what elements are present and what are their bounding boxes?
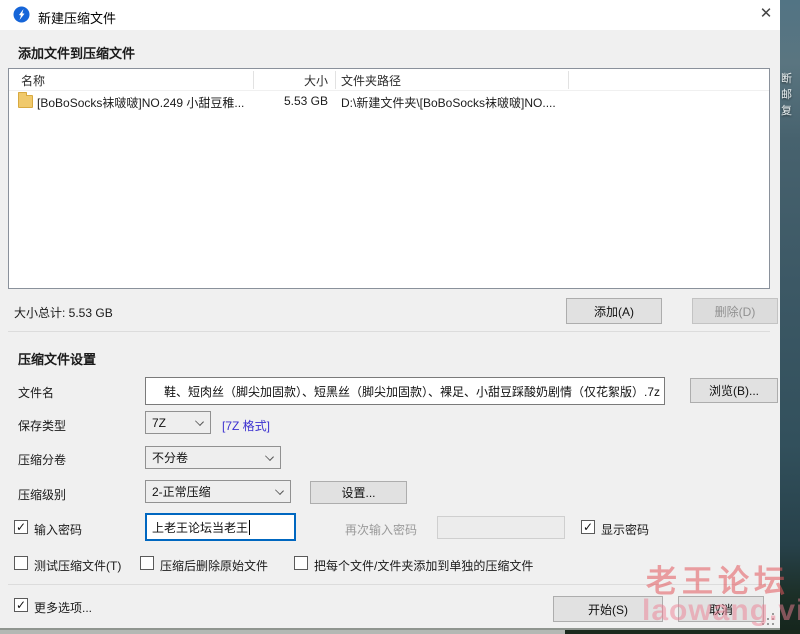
- save-type-value: 7Z: [152, 416, 166, 430]
- cancel-button[interactable]: 取消: [678, 596, 764, 622]
- separate-archive-checkbox[interactable]: [294, 556, 308, 570]
- divider: [8, 331, 770, 332]
- file-path-cell: D:\新建文件夹\[BoBoSocks袜啵啵]NO....: [341, 94, 567, 111]
- password-checkbox[interactable]: [14, 520, 28, 534]
- add-button[interactable]: 添加(A): [566, 298, 662, 324]
- level-dropdown[interactable]: 2-正常压缩: [145, 480, 291, 503]
- chevron-down-icon: [275, 486, 284, 495]
- screen: 断 邮 复 新建压缩文件 ✕ 添加文件到压缩文件 名称 大小 文件夹路径: [0, 0, 800, 634]
- level-value: 2-正常压缩: [152, 483, 211, 500]
- close-icon[interactable]: ✕: [752, 0, 780, 28]
- delete-original-checkbox[interactable]: [140, 556, 154, 570]
- format-link[interactable]: [7Z 格式]: [222, 417, 270, 434]
- password-input[interactable]: 上老王论坛当老王: [145, 513, 296, 541]
- start-button[interactable]: 开始(S): [553, 596, 663, 622]
- file-row[interactable]: [BoBoSocks袜啵啵]NO.249 小甜豆稚... 5.53 GB D:\…: [9, 92, 769, 113]
- confirm-password-input[interactable]: [437, 516, 565, 539]
- password-text: 上老王论坛当老王: [152, 519, 248, 536]
- chevron-down-icon: [195, 417, 204, 426]
- level-label: 压缩级别: [18, 486, 66, 503]
- delete-button[interactable]: 删除(D): [692, 298, 778, 324]
- list-header: 名称 大小 文件夹路径: [9, 69, 769, 91]
- file-name-cell: [BoBoSocks袜啵啵]NO.249 小甜豆稚...: [37, 94, 251, 111]
- volume-value: 不分卷: [152, 449, 188, 466]
- delete-original-label: 压缩后删除原始文件: [160, 557, 268, 574]
- desktop-label-fragment: 复: [781, 102, 792, 118]
- settings-button[interactable]: 设置...: [310, 481, 407, 504]
- more-options-checkbox[interactable]: [14, 598, 28, 612]
- test-archive-label: 测试压缩文件(T): [34, 557, 121, 574]
- titlebar[interactable]: 新建压缩文件 ✕: [0, 0, 780, 30]
- separate-archive-label: 把每个文件/文件夹添加到单独的压缩文件: [314, 557, 533, 574]
- column-separator[interactable]: [335, 71, 336, 89]
- show-password-label: 显示密码: [601, 521, 649, 538]
- column-separator[interactable]: [568, 71, 569, 89]
- column-header-path[interactable]: 文件夹路径: [341, 72, 401, 89]
- password-checkbox-label: 输入密码: [34, 521, 82, 538]
- filename-text: 鞋、短肉丝（脚尖加固款）、短黑丝（脚尖加固款）、裸足、小甜豆踩酸奶剧情（仅花絮版…: [164, 383, 660, 400]
- filename-input[interactable]: 鞋、短肉丝（脚尖加固款）、短黑丝（脚尖加固款）、裸足、小甜豆踩酸奶剧情（仅花絮版…: [145, 377, 665, 405]
- confirm-password-label: 再次输入密码: [345, 521, 417, 538]
- file-list[interactable]: 名称 大小 文件夹路径 [BoBoSocks袜啵啵]NO.249 小甜豆稚...…: [8, 68, 770, 289]
- column-header-size[interactable]: 大小: [254, 72, 328, 89]
- file-size-cell: 5.53 GB: [254, 94, 328, 108]
- window-title: 新建压缩文件: [38, 8, 116, 27]
- column-separator[interactable]: [253, 71, 254, 89]
- folder-icon: [18, 95, 33, 108]
- desktop-background-strip: 断 邮 复: [780, 0, 800, 634]
- chevron-down-icon: [265, 452, 274, 461]
- desktop-background-bottom: [565, 630, 800, 634]
- volume-label: 压缩分卷: [18, 451, 66, 468]
- browse-button[interactable]: 浏览(B)...: [690, 378, 778, 403]
- text-cursor: [249, 520, 250, 535]
- volume-dropdown[interactable]: 不分卷: [145, 446, 281, 469]
- test-archive-checkbox[interactable]: [14, 556, 28, 570]
- window-bottom-edge: [0, 630, 565, 634]
- save-type-label: 保存类型: [18, 417, 66, 434]
- save-type-dropdown[interactable]: 7Z: [145, 411, 211, 434]
- column-header-name[interactable]: 名称: [21, 72, 45, 89]
- show-password-checkbox[interactable]: [581, 520, 595, 534]
- more-options-label: 更多选项...: [34, 599, 92, 616]
- app-logo-icon: [13, 6, 30, 23]
- archive-settings-heading: 压缩文件设置: [18, 349, 96, 368]
- resize-grip[interactable]: [762, 613, 776, 627]
- desktop-label-fragment: 断: [781, 70, 792, 86]
- add-files-heading: 添加文件到压缩文件: [18, 43, 135, 62]
- filename-label: 文件名: [18, 384, 54, 401]
- new-archive-dialog: 新建压缩文件 ✕ 添加文件到压缩文件 名称 大小 文件夹路径 [BoBoSock…: [0, 0, 780, 630]
- desktop-label-fragment: 邮: [781, 86, 792, 102]
- divider: [8, 584, 770, 585]
- total-size-label: 大小总计: 5.53 GB: [14, 304, 113, 321]
